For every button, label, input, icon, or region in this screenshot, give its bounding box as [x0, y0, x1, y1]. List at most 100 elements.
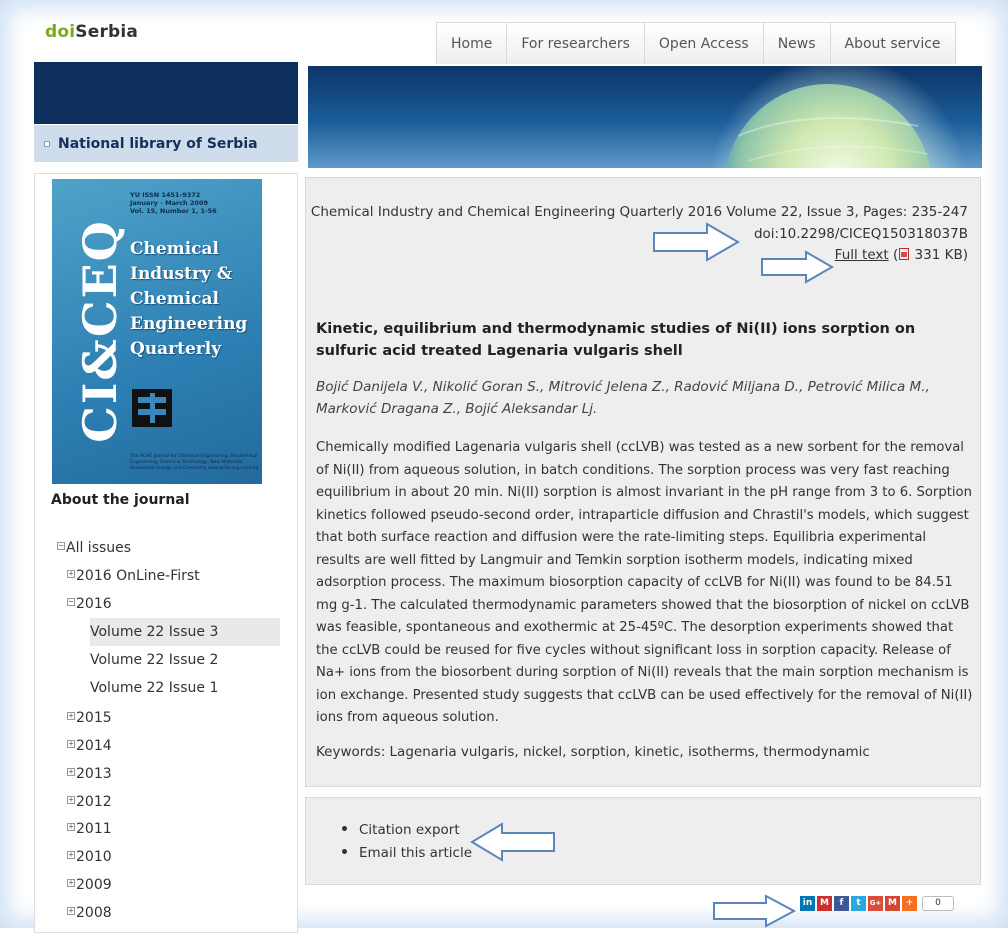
expand-icon[interactable]: + — [67, 907, 75, 915]
cover-title-line: Quarterly — [130, 339, 222, 359]
tree-item-2016-online-first[interactable]: +2016 OnLine-First — [67, 568, 200, 584]
tree-item-2014[interactable]: +2014 — [67, 738, 112, 754]
expand-icon[interactable]: + — [67, 851, 75, 859]
logo-doi-text: doi — [45, 22, 76, 42]
about-journal-link[interactable]: About the journal — [51, 492, 190, 508]
share-buttons: in M f t G+ M + 0 — [800, 896, 954, 911]
tree-item-label: 2016 — [76, 596, 112, 612]
header-banner — [308, 66, 982, 168]
tree-item-label: 2012 — [76, 794, 112, 810]
logo-serbia-text: Serbia — [75, 22, 139, 42]
citation-text: Chemical Industry and Chemical Engineeri… — [310, 204, 968, 220]
tree-item-label: 2016 OnLine-First — [76, 568, 200, 584]
facebook-icon[interactable]: f — [834, 896, 849, 911]
cover-meta-line: YU ISSN 1451-9372 — [130, 191, 201, 199]
annotation-arrow-icon — [470, 822, 555, 862]
fulltext-size: 331 KB) — [910, 247, 968, 263]
action-label: Citation export — [359, 822, 460, 838]
nav-about-service[interactable]: About service — [830, 22, 956, 64]
library-header-block — [34, 62, 298, 124]
citation-block: Chemical Industry and Chemical Engineeri… — [311, 202, 968, 267]
collapse-icon[interactable]: − — [57, 542, 65, 550]
cover-title-line: Engineering — [130, 314, 248, 334]
article-panel: Chemical Industry and Chemical Engineeri… — [305, 177, 981, 787]
cover-vertical-text: CI&CEQ — [73, 219, 127, 443]
doi-text[interactable]: doi:10.2298/CICEQ150318037B — [311, 224, 968, 246]
top-nav: Home For researchers Open Access News Ab… — [436, 22, 956, 64]
nav-home[interactable]: Home — [436, 22, 508, 64]
cover-title-line: Chemical — [130, 289, 219, 309]
full-text-link[interactable]: Full text — [835, 247, 889, 263]
tree-item-label: Volume 22 Issue 1 — [90, 680, 219, 696]
share-count: 0 — [922, 896, 954, 911]
tree-item-label: 2010 — [76, 849, 112, 865]
nav-for-researchers[interactable]: For researchers — [507, 22, 645, 64]
expand-icon[interactable]: + — [67, 570, 75, 578]
cover-meta-line: Vol. 15, Number 1, 1-56 — [130, 207, 217, 215]
annotation-arrow-icon — [713, 894, 797, 928]
tree-item-label: 2014 — [76, 738, 112, 754]
tree-item-volume-22-issue-1[interactable]: Volume 22 Issue 1 — [90, 680, 218, 696]
cover-title-line: Chemical — [130, 239, 219, 259]
tree-item-label: Volume 22 Issue 3 — [90, 624, 219, 640]
cover-title-line: Industry & — [130, 264, 233, 284]
tree-item-2012[interactable]: +2012 — [67, 794, 112, 810]
fulltext-row: Full text ( 331 KB) — [311, 245, 968, 267]
tree-item-volume-22-issue-3[interactable]: Volume 22 Issue 3 — [90, 618, 280, 646]
national-library-label: National library of Serbia — [58, 136, 258, 152]
nav-open-access[interactable]: Open Access — [644, 22, 764, 64]
tree-item-volume-22-issue-2[interactable]: Volume 22 Issue 2 — [90, 652, 218, 668]
tree-item-2013[interactable]: +2013 — [67, 766, 112, 782]
fulltext-paren: ( — [888, 247, 899, 263]
twitter-icon[interactable]: t — [851, 896, 866, 911]
gmail-icon[interactable]: M — [885, 896, 900, 911]
actions-list: Citation export Email this article — [342, 819, 472, 865]
expand-icon[interactable]: + — [67, 712, 75, 720]
tree-item-label: 2011 — [76, 821, 112, 837]
nav-news[interactable]: News — [763, 22, 831, 64]
cover-title: Chemical Industry & Chemical Engineering… — [130, 237, 262, 362]
article-actions-panel: Citation export Email this article — [305, 797, 981, 885]
bullet-square-icon — [44, 141, 50, 147]
annotation-arrow-icon — [653, 222, 740, 262]
ache-logo-icon — [132, 389, 172, 427]
tree-item-2015[interactable]: +2015 — [67, 710, 112, 726]
tree-item-2008[interactable]: +2008 — [67, 905, 112, 921]
article-abstract: Chemically modified Lagenaria vulgaris s… — [316, 440, 973, 725]
tree-item-2011[interactable]: +2011 — [67, 821, 112, 837]
tree-item-2009[interactable]: +2009 — [67, 877, 112, 893]
expand-icon[interactable]: + — [67, 879, 75, 887]
expand-icon[interactable]: + — [67, 768, 75, 776]
national-library-link[interactable]: National library of Serbia — [34, 124, 298, 162]
cover-meta: YU ISSN 1451-9372 January - March 2009 V… — [130, 191, 217, 215]
tree-item-label: All issues — [66, 540, 132, 556]
expand-icon[interactable]: + — [67, 740, 75, 748]
cover-footer: The ACHE Journal for Chemical Engineerin… — [130, 454, 259, 471]
tree-item-label: 2008 — [76, 905, 112, 921]
addthis-icon[interactable]: + — [902, 896, 917, 911]
bullet-icon — [342, 849, 347, 854]
action-label: Email this article — [359, 845, 473, 861]
tree-item-label: Volume 22 Issue 2 — [90, 652, 219, 668]
citation-export-link[interactable]: Citation export — [342, 819, 472, 842]
bullet-icon — [342, 826, 347, 831]
tree-item-2010[interactable]: +2010 — [67, 849, 112, 865]
site-logo[interactable]: doiSerbia — [45, 22, 138, 42]
tree-item-label: 2013 — [76, 766, 112, 782]
journal-cover-image[interactable]: CI&CEQ YU ISSN 1451-9372 January - March… — [52, 179, 262, 484]
expand-icon[interactable]: + — [67, 823, 75, 831]
tree-item-label: 2015 — [76, 710, 112, 726]
pdf-icon[interactable] — [899, 248, 910, 260]
banner-globe-graphic — [709, 66, 967, 168]
linkedin-icon[interactable]: in — [800, 896, 815, 911]
tree-item-all-issues[interactable]: − All issues — [57, 540, 131, 556]
article-title: Kinetic, equilibrium and thermodynamic s… — [316, 321, 916, 359]
collapse-icon[interactable]: − — [67, 598, 75, 606]
tree-item-label: 2009 — [76, 877, 112, 893]
article-keywords: Keywords: Lagenaria vulgaris, nickel, so… — [316, 744, 870, 760]
mendeley-icon[interactable]: M — [817, 896, 832, 911]
email-article-link[interactable]: Email this article — [342, 842, 472, 865]
expand-icon[interactable]: + — [67, 796, 75, 804]
googleplus-icon[interactable]: G+ — [868, 896, 883, 911]
tree-item-2016[interactable]: −2016 — [67, 596, 112, 612]
